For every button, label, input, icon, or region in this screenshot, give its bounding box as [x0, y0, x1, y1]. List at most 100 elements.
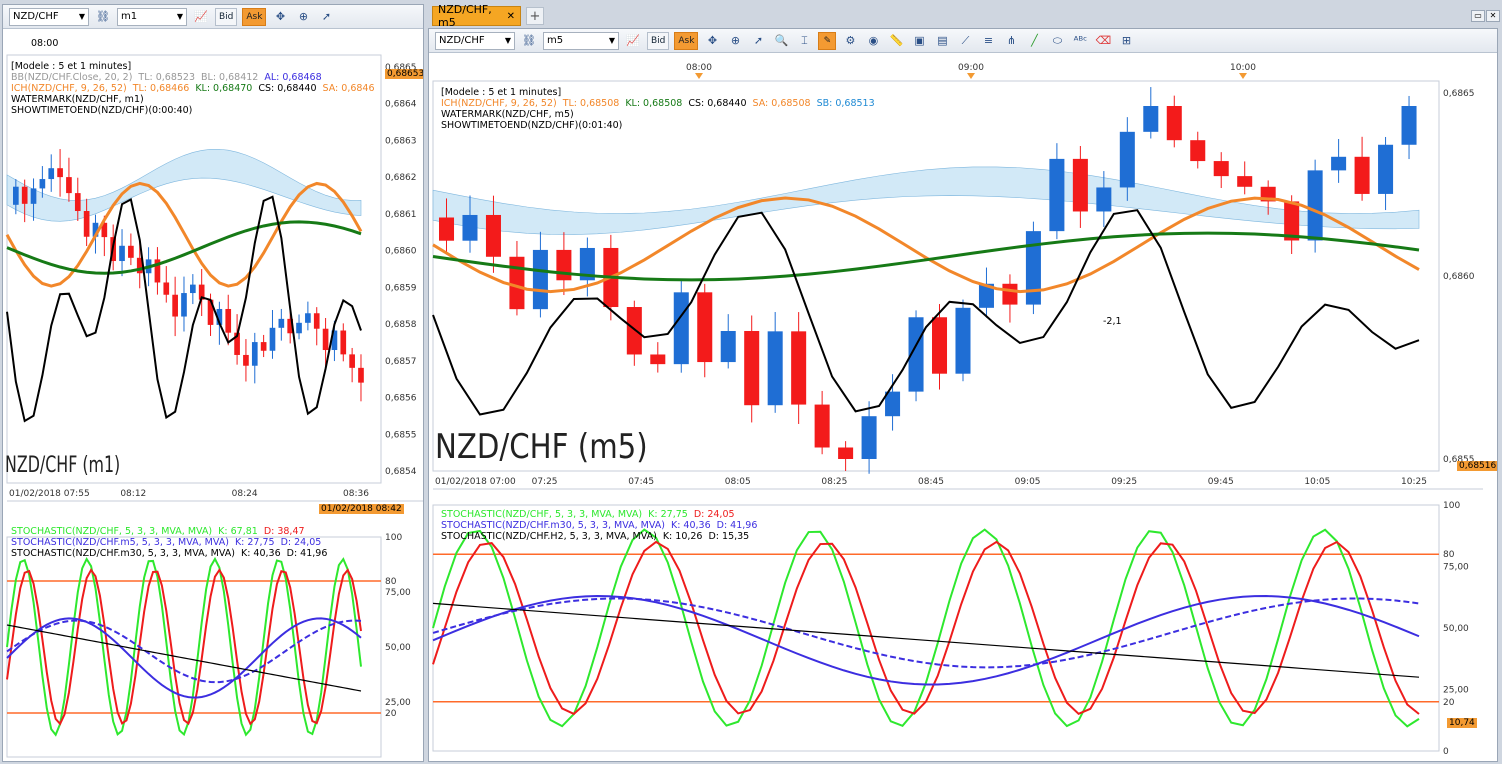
stoch1-name: STOCHASTIC(NZD/CHF, 5, 3, 3, MVA, MVA)	[11, 526, 213, 537]
stoch3-d: D: 41,96	[286, 548, 328, 559]
candle-body	[1213, 161, 1229, 177]
stoch-legend-1: STOCHASTIC(NZD/CHF, 5, 3, 3, MVA, MVA) K:…	[441, 509, 763, 520]
stoch1-k: K: 67,81	[218, 526, 258, 537]
time-marker-icon	[695, 73, 703, 79]
right-indicator-legend: [Modele : 5 et 1 minutes] ICH(NZD/CHF, 9…	[441, 87, 881, 131]
stoch1-d: D: 24,05	[693, 509, 735, 520]
time-tick-label: 01/02/2018 07:55	[9, 489, 90, 499]
candle-body	[767, 331, 783, 406]
candle-body	[66, 177, 72, 194]
watermark-legend: WATERMARK(NZD/CHF, m5)	[441, 109, 574, 120]
candle-body	[305, 313, 311, 323]
candle-body	[358, 367, 364, 383]
candle-body	[313, 313, 320, 329]
stoch-tick-label: 50,00	[385, 643, 411, 653]
left-indicator-legend: [Modele : 5 et 1 minutes] BB(NZD/CHF.Clo…	[11, 61, 381, 116]
candle-body	[243, 354, 249, 366]
stoch2-k: K: 27,75	[234, 537, 275, 548]
candle-body	[861, 416, 877, 459]
candle-body	[57, 168, 63, 178]
ich-tl: TL: 0,68508	[562, 98, 620, 109]
model-label: [Modele : 5 et 1 minutes]	[441, 87, 562, 98]
ich-name: ICH(NZD/CHF, 9, 26, 52)	[441, 98, 557, 109]
stoch-tick-label: 100	[1443, 501, 1460, 511]
ich-cs: CS: 0,68440	[258, 83, 317, 94]
candle-body	[932, 317, 948, 374]
candle-body	[955, 307, 971, 374]
time-marker-icon	[1239, 73, 1247, 79]
right-chart-canvas[interactable]: 0,68650,68600,685501/02/2018 07:00 07:25 0…	[429, 29, 1498, 762]
price-tick-label: 0,6860	[385, 247, 417, 257]
candle-body	[260, 342, 267, 351]
price-tick-label: 0,6864	[385, 100, 417, 110]
candle-body	[30, 188, 37, 204]
close-window-icon[interactable]: ✕	[1486, 10, 1500, 22]
left-chart-window: NZD/CHF ▼ ⛓ m1 ▼ 📈 Bid Ask ✥ ⊕ ➚ 08:00 [Mo…	[2, 4, 424, 762]
close-icon[interactable]: ✕	[507, 11, 515, 22]
stoch3-k: K: 40,36	[240, 548, 281, 559]
candle-body	[1166, 106, 1182, 141]
candle-body	[163, 282, 170, 295]
candle-body	[650, 354, 666, 365]
candle-body	[1190, 140, 1206, 162]
stoch1-d: D: 38,47	[263, 526, 305, 537]
candle-body	[119, 245, 125, 262]
candle-body	[83, 211, 90, 237]
candle-body	[349, 354, 355, 368]
right-stoch-legend: STOCHASTIC(NZD/CHF, 5, 3, 3, MVA, MVA) K:…	[441, 509, 763, 542]
time-tick-label: 01/02/2018 07:00	[435, 477, 516, 487]
bb-legend: BB(NZD/CHF.Close, 20, 2) TL: 0,68523 BL: 0…	[11, 72, 381, 83]
stoch-tick-label: 80	[385, 577, 397, 587]
bb-al: AL: 0,68468	[264, 72, 322, 83]
stoch3-k: K: 10,26	[662, 531, 703, 542]
candle-body	[885, 391, 901, 417]
time-marker-icon	[967, 73, 975, 79]
candle-body	[278, 318, 285, 328]
time-tick-label: 08:24	[232, 489, 258, 499]
bb-name: BB(NZD/CHF.Close, 20, 2)	[11, 72, 133, 83]
stoch2-d: D: 41,96	[716, 520, 758, 531]
price-tick-label: 0,6861	[385, 210, 417, 220]
time-tick-label: 09:25	[1111, 477, 1137, 487]
stoch1-k: K: 27,75	[648, 509, 688, 520]
time-tick-label: 08:36	[343, 489, 369, 499]
price-tick-label: 0,6856	[385, 394, 417, 404]
top-time-label: 08:00	[686, 63, 712, 73]
tab-nzdchf-m5[interactable]: NZD/CHF, m5 ✕	[432, 3, 521, 29]
model-label: [Modele : 5 et 1 minutes]	[11, 61, 132, 72]
left-price-tag: 0,68653	[385, 69, 423, 79]
ich-sb: SB: 0,68513	[816, 98, 875, 109]
candle-body	[1354, 156, 1370, 194]
left-time-tag: 01/02/2018 08:42	[319, 504, 404, 514]
stoch-legend-2: STOCHASTIC(NZD/CHF.m5, 5, 3, 3, MVA, MVA…	[11, 537, 333, 548]
price-tick-label: 0,6862	[385, 173, 417, 183]
candle-body	[1119, 131, 1135, 188]
candle-body	[838, 447, 854, 459]
add-tab-button[interactable]: +	[526, 7, 544, 25]
left-top-time: 08:00	[31, 38, 59, 49]
restore-window-icon[interactable]: ▭	[1471, 10, 1485, 22]
left-chart-canvas[interactable]: 0,68650,68640,68630,68620,68610,68600,68…	[3, 5, 424, 762]
price-tick-label: 0,6863	[385, 136, 417, 146]
candle-body	[673, 292, 689, 365]
stoch-legend-2: STOCHASTIC(NZD/CHF.m30, 5, 3, 3, MVA, MV…	[441, 520, 763, 531]
bb-tl: TL: 0,68523	[138, 72, 196, 83]
candle-body	[814, 404, 830, 448]
candle-body	[269, 327, 276, 351]
top-time-label: 10:00	[1230, 63, 1256, 73]
candle-body	[485, 214, 501, 257]
ich-sa: SA: 0,68508	[752, 98, 811, 109]
candle-body	[1401, 106, 1417, 145]
stoch2-d: D: 24,05	[280, 537, 322, 548]
candle-body	[48, 168, 55, 180]
candle-body	[225, 308, 232, 333]
watermark-legend: WATERMARK(NZD/CHF, m1)	[11, 94, 144, 105]
candle-body	[509, 256, 525, 310]
candle-body	[181, 293, 187, 317]
showtime-legend: SHOWTIMETOEND(NZD/CHF)(0:00:40)	[11, 105, 193, 116]
price-tick-label: 0,6860	[1443, 272, 1475, 282]
stoch1-name: STOCHASTIC(NZD/CHF, 5, 3, 3, MVA, MVA)	[441, 509, 643, 520]
candle-body	[1307, 170, 1323, 241]
ich-cs: CS: 0,68440	[688, 98, 747, 109]
stoch3-name: STOCHASTIC(NZD/CHF.H2, 5, 3, 3, MVA, MVA…	[441, 531, 657, 542]
